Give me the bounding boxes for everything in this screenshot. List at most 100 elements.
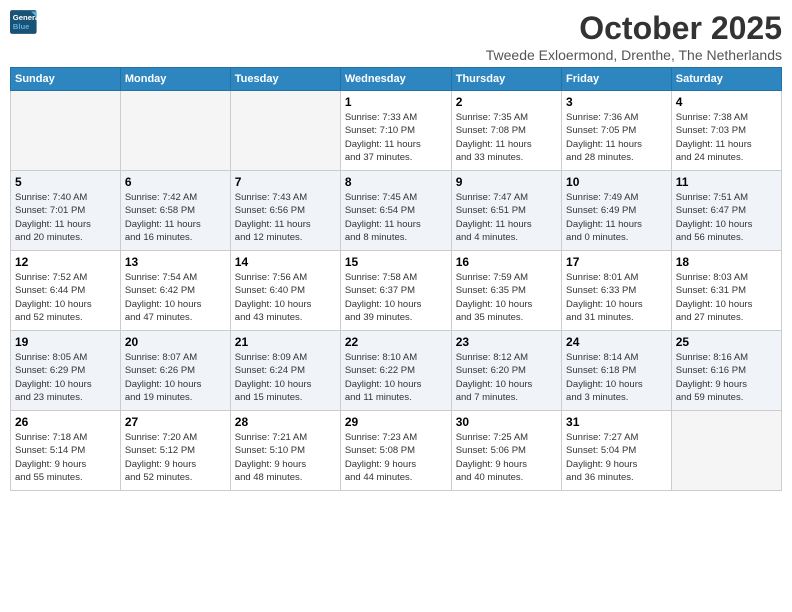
calendar-cell: 17 Sunrise: 8:01 AM Sunset: 6:33 PM Dayli… <box>562 251 672 331</box>
calendar-cell: 21 Sunrise: 8:09 AM Sunset: 6:24 PM Dayli… <box>230 331 340 411</box>
day-info: Sunrise: 7:18 AM Sunset: 5:14 PM Dayligh… <box>15 431 116 484</box>
day-info: Sunrise: 7:45 AM Sunset: 6:54 PM Dayligh… <box>345 191 447 244</box>
day-info: Sunrise: 8:10 AM Sunset: 6:22 PM Dayligh… <box>345 351 447 404</box>
day-number: 2 <box>456 95 557 109</box>
day-number: 6 <box>125 175 226 189</box>
calendar-cell: 30 Sunrise: 7:25 AM Sunset: 5:06 PM Dayli… <box>451 411 561 491</box>
calendar-header-row: Sunday Monday Tuesday Wednesday Thursday… <box>11 68 782 91</box>
calendar-cell: 16 Sunrise: 7:59 AM Sunset: 6:35 PM Dayli… <box>451 251 561 331</box>
calendar-cell: 4 Sunrise: 7:38 AM Sunset: 7:03 PM Daylig… <box>671 91 781 171</box>
calendar-cell: 26 Sunrise: 7:18 AM Sunset: 5:14 PM Dayli… <box>11 411 121 491</box>
calendar-cell: 9 Sunrise: 7:47 AM Sunset: 6:51 PM Daylig… <box>451 171 561 251</box>
day-number: 18 <box>676 255 777 269</box>
day-info: Sunrise: 7:56 AM Sunset: 6:40 PM Dayligh… <box>235 271 336 324</box>
day-info: Sunrise: 7:33 AM Sunset: 7:10 PM Dayligh… <box>345 111 447 164</box>
day-number: 16 <box>456 255 557 269</box>
day-info: Sunrise: 7:27 AM Sunset: 5:04 PM Dayligh… <box>566 431 667 484</box>
month-title: October 2025 <box>486 10 782 47</box>
calendar-cell <box>120 91 230 171</box>
day-number: 22 <box>345 335 447 349</box>
calendar-cell: 20 Sunrise: 8:07 AM Sunset: 6:26 PM Dayli… <box>120 331 230 411</box>
col-wednesday: Wednesday <box>340 68 451 91</box>
day-number: 25 <box>676 335 777 349</box>
calendar-cell <box>230 91 340 171</box>
calendar-cell: 3Sunrise: 7:36 AM Sunset: 7:05 PM Daylig… <box>562 91 672 171</box>
calendar-cell <box>11 91 121 171</box>
day-info: Sunrise: 7:58 AM Sunset: 6:37 PM Dayligh… <box>345 271 447 324</box>
calendar-week-4: 19 Sunrise: 8:05 AM Sunset: 6:29 PM Dayli… <box>11 331 782 411</box>
day-number: 5 <box>15 175 116 189</box>
col-friday: Friday <box>562 68 672 91</box>
calendar-cell: 29 Sunrise: 7:23 AM Sunset: 5:08 PM Dayli… <box>340 411 451 491</box>
day-number: 9 <box>456 175 557 189</box>
calendar-cell: 18 Sunrise: 8:03 AM Sunset: 6:31 PM Dayli… <box>671 251 781 331</box>
calendar-table: Sunday Monday Tuesday Wednesday Thursday… <box>10 67 782 491</box>
day-number: 8 <box>345 175 447 189</box>
day-info: Sunrise: 7:59 AM Sunset: 6:35 PM Dayligh… <box>456 271 557 324</box>
calendar-cell: 23 Sunrise: 8:12 AM Sunset: 6:20 PM Dayli… <box>451 331 561 411</box>
day-info: Sunrise: 8:03 AM Sunset: 6:31 PM Dayligh… <box>676 271 777 324</box>
day-info: Sunrise: 7:20 AM Sunset: 5:12 PM Dayligh… <box>125 431 226 484</box>
calendar-cell: 27 Sunrise: 7:20 AM Sunset: 5:12 PM Dayli… <box>120 411 230 491</box>
day-info: Sunrise: 7:36 AM Sunset: 7:05 PM Dayligh… <box>566 111 667 164</box>
day-info: Sunrise: 7:38 AM Sunset: 7:03 PM Dayligh… <box>676 111 777 164</box>
calendar-cell: 10 Sunrise: 7:49 AM Sunset: 6:49 PM Dayli… <box>562 171 672 251</box>
calendar-week-2: 5 Sunrise: 7:40 AM Sunset: 7:01 PM Daylig… <box>11 171 782 251</box>
title-block: October 2025 Tweede Exloermond, Drenthe,… <box>486 10 782 63</box>
day-number: 27 <box>125 415 226 429</box>
calendar-cell: 14Sunrise: 7:56 AM Sunset: 6:40 PM Dayli… <box>230 251 340 331</box>
day-info: Sunrise: 7:40 AM Sunset: 7:01 PM Dayligh… <box>15 191 116 244</box>
col-monday: Monday <box>120 68 230 91</box>
day-number: 26 <box>15 415 116 429</box>
day-number: 11 <box>676 175 777 189</box>
day-number: 23 <box>456 335 557 349</box>
calendar-cell: 6Sunrise: 7:42 AM Sunset: 6:58 PM Daylig… <box>120 171 230 251</box>
col-sunday: Sunday <box>11 68 121 91</box>
calendar-cell: 22 Sunrise: 8:10 AM Sunset: 6:22 PM Dayli… <box>340 331 451 411</box>
day-info: Sunrise: 7:23 AM Sunset: 5:08 PM Dayligh… <box>345 431 447 484</box>
calendar-cell: 15 Sunrise: 7:58 AM Sunset: 6:37 PM Dayli… <box>340 251 451 331</box>
calendar-cell: 5 Sunrise: 7:40 AM Sunset: 7:01 PM Daylig… <box>11 171 121 251</box>
day-number: 30 <box>456 415 557 429</box>
day-info: Sunrise: 8:14 AM Sunset: 6:18 PM Dayligh… <box>566 351 667 404</box>
calendar-cell: 7 Sunrise: 7:43 AM Sunset: 6:56 PM Daylig… <box>230 171 340 251</box>
day-info: Sunrise: 8:09 AM Sunset: 6:24 PM Dayligh… <box>235 351 336 404</box>
calendar-cell <box>671 411 781 491</box>
day-info: Sunrise: 7:21 AM Sunset: 5:10 PM Dayligh… <box>235 431 336 484</box>
day-number: 4 <box>676 95 777 109</box>
day-info: Sunrise: 7:25 AM Sunset: 5:06 PM Dayligh… <box>456 431 557 484</box>
day-number: 15 <box>345 255 447 269</box>
day-info: Sunrise: 7:47 AM Sunset: 6:51 PM Dayligh… <box>456 191 557 244</box>
day-info: Sunrise: 7:49 AM Sunset: 6:49 PM Dayligh… <box>566 191 667 244</box>
day-info: Sunrise: 7:54 AM Sunset: 6:42 PM Dayligh… <box>125 271 226 324</box>
day-number: 19 <box>15 335 116 349</box>
day-number: 20 <box>125 335 226 349</box>
day-info: Sunrise: 8:16 AM Sunset: 6:16 PM Dayligh… <box>676 351 777 404</box>
day-number: 29 <box>345 415 447 429</box>
day-number: 10 <box>566 175 667 189</box>
day-number: 7 <box>235 175 336 189</box>
calendar-cell: 8 Sunrise: 7:45 AM Sunset: 6:54 PM Daylig… <box>340 171 451 251</box>
day-number: 1 <box>345 95 447 109</box>
svg-text:Blue: Blue <box>13 22 30 31</box>
day-number: 17 <box>566 255 667 269</box>
day-info: Sunrise: 8:05 AM Sunset: 6:29 PM Dayligh… <box>15 351 116 404</box>
calendar-week-1: 1 Sunrise: 7:33 AM Sunset: 7:10 PM Daylig… <box>11 91 782 171</box>
calendar-week-5: 26 Sunrise: 7:18 AM Sunset: 5:14 PM Dayli… <box>11 411 782 491</box>
day-info: Sunrise: 7:43 AM Sunset: 6:56 PM Dayligh… <box>235 191 336 244</box>
calendar-cell: 2Sunrise: 7:35 AM Sunset: 7:08 PM Daylig… <box>451 91 561 171</box>
subtitle: Tweede Exloermond, Drenthe, The Netherla… <box>486 47 782 63</box>
day-number: 13 <box>125 255 226 269</box>
col-thursday: Thursday <box>451 68 561 91</box>
calendar-cell: 24Sunrise: 8:14 AM Sunset: 6:18 PM Dayli… <box>562 331 672 411</box>
day-info: Sunrise: 7:51 AM Sunset: 6:47 PM Dayligh… <box>676 191 777 244</box>
calendar-cell: 19 Sunrise: 8:05 AM Sunset: 6:29 PM Dayli… <box>11 331 121 411</box>
header: General Blue October 2025 Tweede Exloerm… <box>10 10 782 63</box>
day-info: Sunrise: 8:12 AM Sunset: 6:20 PM Dayligh… <box>456 351 557 404</box>
day-number: 21 <box>235 335 336 349</box>
day-info: Sunrise: 8:01 AM Sunset: 6:33 PM Dayligh… <box>566 271 667 324</box>
calendar-cell: 28Sunrise: 7:21 AM Sunset: 5:10 PM Dayli… <box>230 411 340 491</box>
logo-icon: General Blue <box>10 10 38 34</box>
day-info: Sunrise: 8:07 AM Sunset: 6:26 PM Dayligh… <box>125 351 226 404</box>
calendar-week-3: 12Sunrise: 7:52 AM Sunset: 6:44 PM Dayli… <box>11 251 782 331</box>
